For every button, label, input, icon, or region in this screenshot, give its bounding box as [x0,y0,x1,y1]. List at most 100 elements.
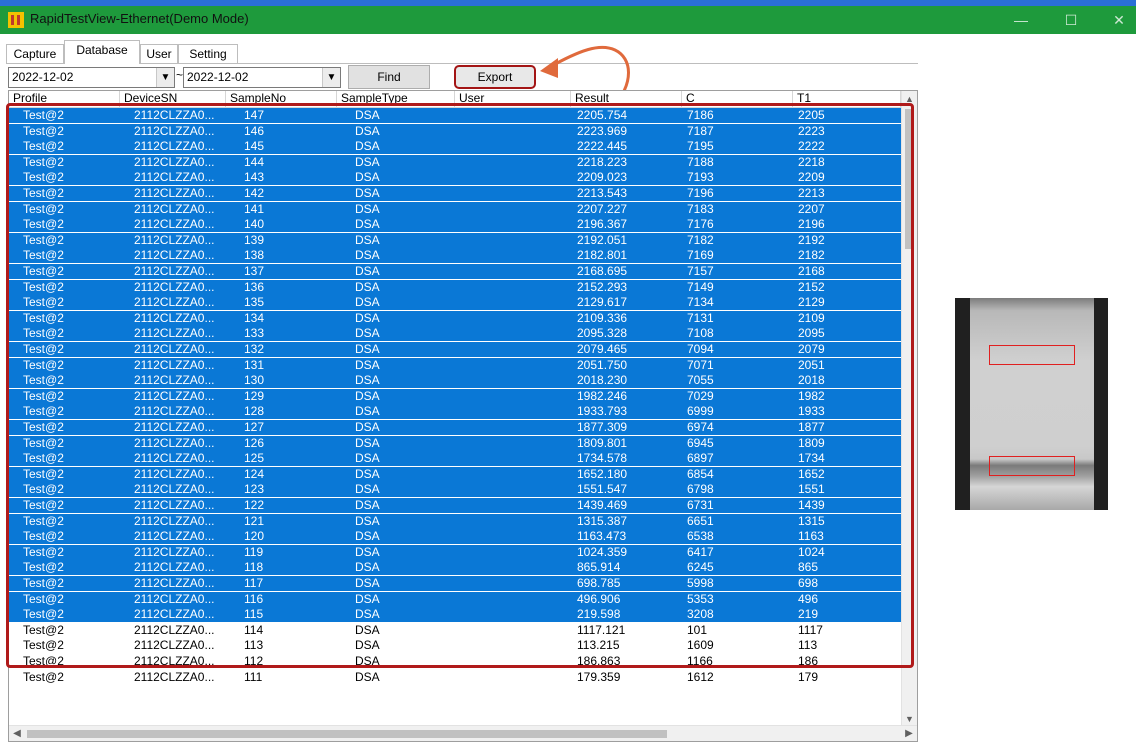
cell-sampleno: 144 [244,154,265,169]
cell-devicesn: 2112CLZZA0... [134,638,215,653]
maximize-button[interactable]: ☐ [1056,8,1086,32]
column-header-t1[interactable]: T1 [793,91,901,107]
table-row[interactable]: Test@2 2112CLZZA0... 137 DSA 2168.695 7157 216… [9,264,901,279]
cell-result: 865.914 [577,560,621,575]
table-row[interactable]: Test@2 2112CLZZA0... 138 DSA 2182.801 7169 218… [9,248,901,264]
cell-profile: Test@2 [23,607,64,622]
cell-devicesn: 2112CLZZA0... [134,108,215,122]
table-row[interactable]: Test@2 2112CLZZA0... 143 DSA 2209.023 7193 220… [9,170,901,186]
table-row[interactable]: Test@2 2112CLZZA0... 128 DSA 1933.793 6999 193… [9,404,901,420]
close-button[interactable]: ✕ [1104,8,1134,32]
date-to-select[interactable]: 2022-12-02 ▼ [183,67,341,88]
table-row[interactable]: Test@2 2112CLZZA0... 122 DSA 1439.469 6731 143… [9,498,901,513]
cell-devicesn: 2112CLZZA0... [134,123,215,138]
cell-sampletype: DSA [355,342,380,356]
table-row[interactable]: Test@2 2112CLZZA0... 142 DSA 2213.543 7196 221… [9,186,901,201]
cell-c: 7134 [687,295,714,310]
cell-profile: Test@2 [23,591,64,606]
horizontal-scrollbar[interactable]: ◀ ▶ [9,725,917,741]
cell-sampletype: DSA [355,420,380,434]
table-row[interactable]: Test@2 2112CLZZA0... 130 DSA 2018.230 7055 201… [9,373,901,389]
table-row[interactable]: Test@2 2112CLZZA0... 132 DSA 2079.465 7094 207… [9,342,901,357]
table-row[interactable]: Test@2 2112CLZZA0... 129 DSA 1982.246 7029 198… [9,388,901,404]
cell-sampleno: 129 [244,388,265,403]
cell-c: 5998 [687,576,714,590]
find-button[interactable]: Find [348,65,430,89]
table-row[interactable]: Test@2 2112CLZZA0... 121 DSA 1315.387 6651 131… [9,513,901,529]
table-row[interactable]: Test@2 2112CLZZA0... 139 DSA 2192.051 7182 219… [9,232,901,248]
table-row[interactable]: Test@2 2112CLZZA0... 134 DSA 2109.336 7131 210… [9,310,901,326]
table-row[interactable]: Test@2 2112CLZZA0... 113 DSA 113.215 1609 113 [9,638,901,653]
table-row[interactable]: Test@2 2112CLZZA0... 124 DSA 1652.180 6854 165… [9,466,901,482]
scroll-left-icon[interactable]: ◀ [9,726,25,741]
cell-profile: Test@2 [23,170,64,185]
column-header-sampleno[interactable]: SampleNo [226,91,337,107]
column-header-c[interactable]: C [682,91,793,107]
cell-devicesn: 2112CLZZA0... [134,310,215,325]
minimize-button[interactable]: — [1006,8,1036,32]
tab-capture[interactable]: Capture [6,44,64,63]
table-row[interactable]: Test@2 2112CLZZA0... 146 DSA 2223.969 7187 222… [9,123,901,139]
cell-profile: Test@2 [23,654,64,668]
table-row[interactable]: Test@2 2112CLZZA0... 140 DSA 2196.367 7176 219… [9,217,901,233]
tab-user[interactable]: User [140,44,178,63]
table-row[interactable]: Test@2 2112CLZZA0... 127 DSA 1877.309 6974 187… [9,420,901,435]
table-row[interactable]: Test@2 2112CLZZA0... 111 DSA 179.359 1612 179 [9,670,901,685]
vertical-scrollbar[interactable]: ▲ ▼ [901,91,917,727]
column-header-devicesn[interactable]: DeviceSN [120,91,226,107]
cell-t1: 2192 [798,232,825,247]
table-row[interactable]: Test@2 2112CLZZA0... 125 DSA 1734.578 6897 173… [9,451,901,467]
table-row[interactable]: Test@2 2112CLZZA0... 115 DSA 219.598 3208 219 [9,607,901,623]
table-row[interactable]: Test@2 2112CLZZA0... 126 DSA 1809.801 6945 180… [9,435,901,451]
table-row[interactable]: Test@2 2112CLZZA0... 133 DSA 2095.328 7108 209… [9,326,901,342]
vertical-scroll-thumb[interactable] [905,109,914,249]
table-row[interactable]: Test@2 2112CLZZA0... 147 DSA 2205.754 7186 220… [9,108,901,123]
cell-sampleno: 140 [244,217,265,232]
cell-profile: Test@2 [23,310,64,325]
table-row[interactable]: Test@2 2112CLZZA0... 119 DSA 1024.359 6417 102… [9,544,901,560]
cell-t1: 2182 [798,248,825,263]
cell-result: 2218.223 [577,154,628,169]
table-row[interactable]: Test@2 2112CLZZA0... 118 DSA 865.914 6245 865 [9,560,901,576]
table-row[interactable]: Test@2 2112CLZZA0... 117 DSA 698.785 5998 698 [9,576,901,591]
table-row[interactable]: Test@2 2112CLZZA0... 136 DSA 2152.293 7149 215… [9,279,901,295]
cell-sampletype: DSA [355,295,380,310]
table-row[interactable]: Test@2 2112CLZZA0... 112 DSA 186.863 1166 186 [9,654,901,669]
cell-sampleno: 116 [244,591,264,606]
cell-sampleno: 137 [244,264,265,278]
cell-result: 1734.578 [577,451,628,466]
table-row[interactable]: Test@2 2112CLZZA0... 141 DSA 2207.227 7183 220… [9,201,901,217]
scroll-right-icon[interactable]: ▶ [901,726,917,741]
cell-result: 2152.293 [577,279,628,294]
column-header-profile[interactable]: Profile [9,91,120,107]
tab-setting[interactable]: Setting [178,44,238,63]
table-row[interactable]: Test@2 2112CLZZA0... 120 DSA 1163.473 6538 116… [9,529,901,545]
column-header-user[interactable]: User [455,91,571,107]
cell-t1: 865 [798,560,819,575]
chevron-down-icon[interactable]: ▼ [156,68,174,87]
table-row[interactable]: Test@2 2112CLZZA0... 123 DSA 1551.547 6798 155… [9,482,901,498]
cell-t1: 1877 [798,420,825,434]
table-row[interactable]: Test@2 2112CLZZA0... 135 DSA 2129.617 7134 212… [9,295,901,311]
cell-result: 113.215 [577,638,620,653]
table-row[interactable]: Test@2 2112CLZZA0... 116 DSA 496.906 5353 496 [9,591,901,607]
cell-c: 7183 [687,201,714,216]
column-header-result[interactable]: Result [571,91,682,107]
cell-sampleno: 143 [244,170,265,185]
cell-t1: 186 [798,654,819,668]
table-row[interactable]: Test@2 2112CLZZA0... 145 DSA 2222.445 7195 222… [9,139,901,155]
scroll-up-icon[interactable]: ▲ [902,91,917,107]
table-row[interactable]: Test@2 2112CLZZA0... 114 DSA 1117.121 101 1117 [9,623,901,638]
test-strip-body [970,298,1094,510]
date-from-select[interactable]: 2022-12-02 ▼ [8,67,175,88]
cell-devicesn: 2112CLZZA0... [134,342,215,356]
tab-database[interactable]: Database [64,40,140,64]
results-table[interactable]: Profile DeviceSN SampleNo SampleType Use… [8,90,918,742]
cell-sampleno: 111 [244,669,263,684]
horizontal-scroll-thumb[interactable] [27,730,667,738]
cell-profile: Test@2 [23,217,64,232]
chevron-down-icon[interactable]: ▼ [322,68,340,87]
table-row[interactable]: Test@2 2112CLZZA0... 144 DSA 2218.223 7188 221… [9,154,901,170]
table-row[interactable]: Test@2 2112CLZZA0... 131 DSA 2051.750 7071 205… [9,357,901,373]
column-header-sampletype[interactable]: SampleType [337,91,455,107]
